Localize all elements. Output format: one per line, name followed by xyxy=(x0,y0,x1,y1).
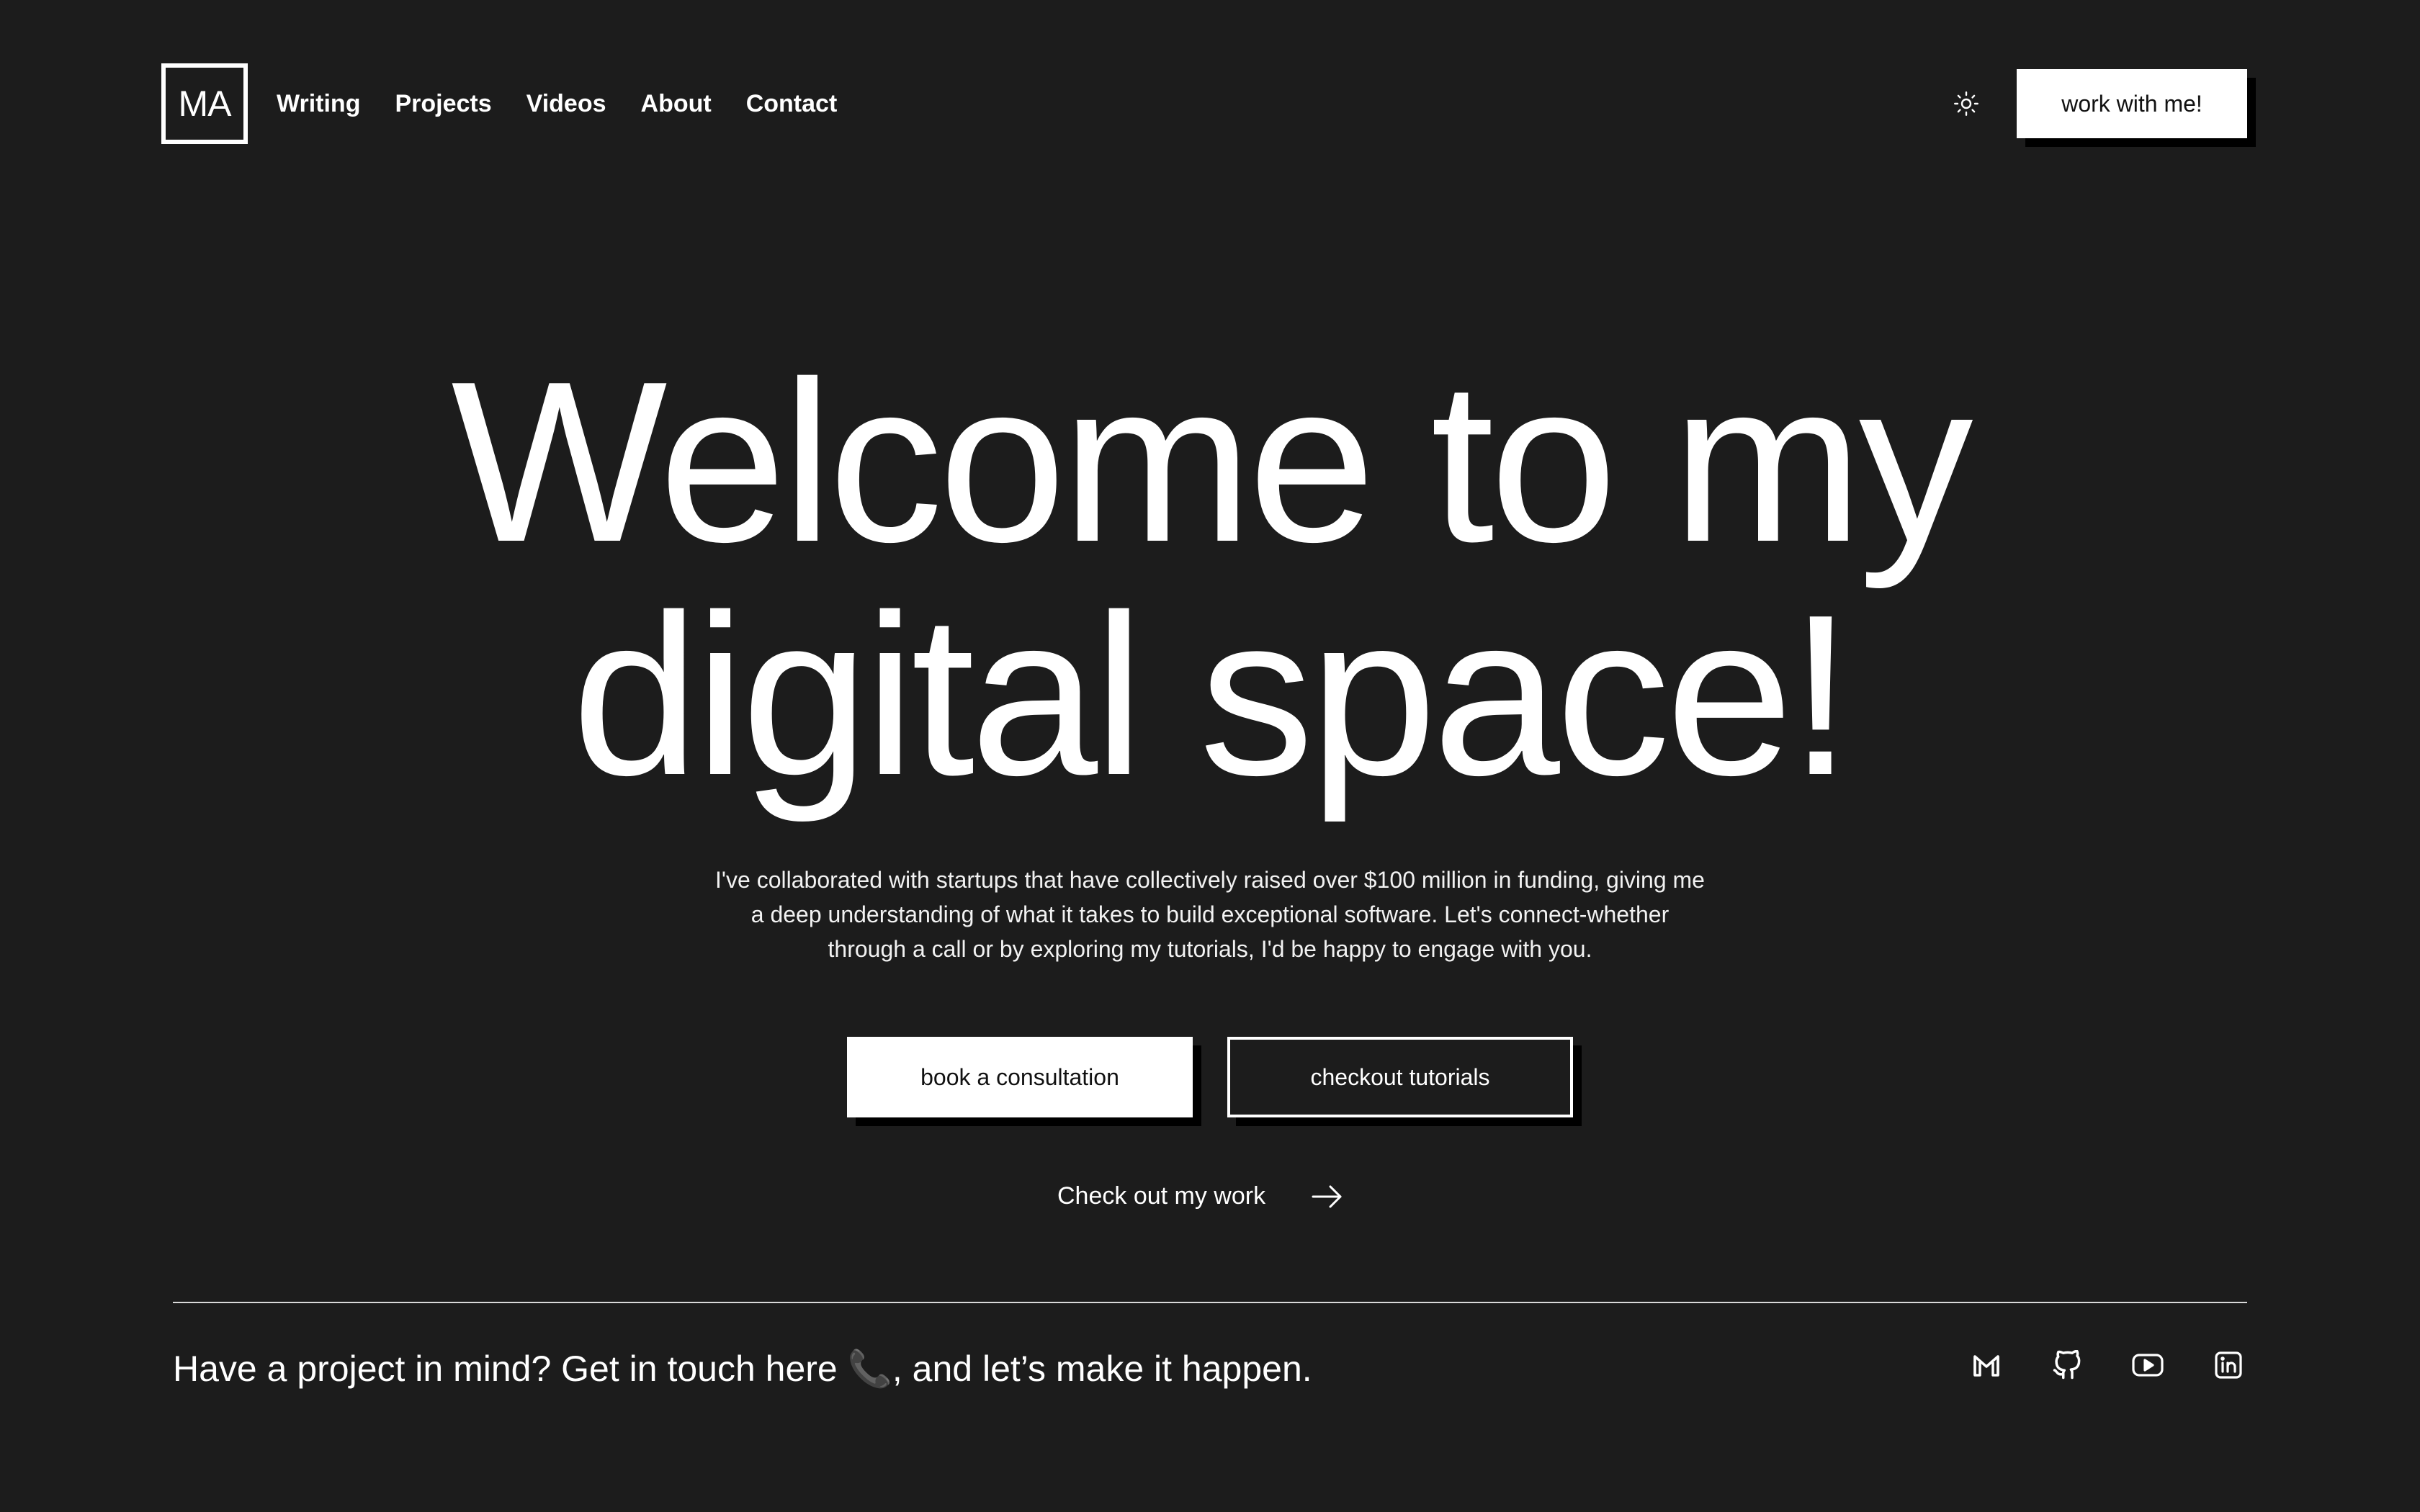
gmail-icon[interactable] xyxy=(1968,1346,2005,1384)
sun-icon[interactable] xyxy=(1946,84,1986,124)
nav-item-videos[interactable]: Videos xyxy=(526,90,606,118)
check-out-work-link[interactable]: Check out my work xyxy=(1057,1182,1343,1210)
site-header: MA Writing Projects Videos About Contact xyxy=(161,62,2247,145)
hero-title-line-2: digital space! xyxy=(571,567,1852,823)
youtube-icon[interactable] xyxy=(2129,1346,2166,1384)
linkedin-icon[interactable] xyxy=(2210,1346,2247,1384)
page: MA Writing Projects Videos About Contact xyxy=(0,0,2420,1512)
checkout-tutorials-button[interactable]: checkout tutorials xyxy=(1227,1037,1573,1117)
hero-subtitle-line-1: I've collaborated with startups that hav… xyxy=(715,867,1705,893)
check-out-work-label: Check out my work xyxy=(1057,1182,1266,1210)
nav-item-writing[interactable]: Writing xyxy=(277,90,360,118)
github-icon[interactable] xyxy=(2048,1346,2086,1384)
main-nav: Writing Projects Videos About Contact xyxy=(277,90,837,118)
cta-row: book a consultation checkout tutorials xyxy=(0,1037,2420,1117)
header-right: work with me! xyxy=(1946,69,2247,138)
logo[interactable]: MA xyxy=(161,63,248,144)
nav-item-contact[interactable]: Contact xyxy=(746,90,838,118)
hero-subtitle-line-3: through a call or by exploring my tutori… xyxy=(828,936,1592,962)
book-consultation-button[interactable]: book a consultation xyxy=(847,1037,1193,1117)
hero-subtitle-line-2: a deep understanding of what it takes to… xyxy=(750,901,1670,927)
work-with-me-button[interactable]: work with me! xyxy=(2017,69,2247,138)
social-links xyxy=(1968,1346,2247,1384)
nav-item-projects[interactable]: Projects xyxy=(395,90,491,118)
divider xyxy=(173,1302,2247,1303)
footer-cta-text: Have a project in mind? Get in touch her… xyxy=(173,1349,1312,1389)
arrow-right-icon xyxy=(1312,1185,1342,1207)
hero-title: Welcome to my digital space! xyxy=(0,346,2420,812)
hero-title-line-1: Welcome to my xyxy=(451,334,1973,590)
hero-subtitle: I've collaborated with startups that hav… xyxy=(691,863,1729,966)
nav-item-about[interactable]: About xyxy=(641,90,712,118)
header-left: MA Writing Projects Videos About Contact xyxy=(161,63,837,144)
